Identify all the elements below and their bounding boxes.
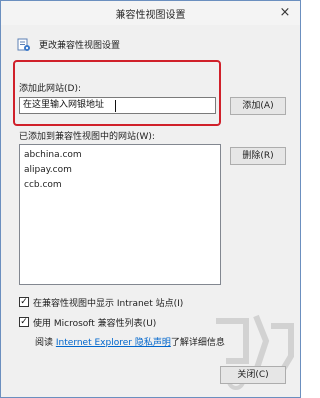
close-button[interactable]: 关闭(C) <box>220 366 286 384</box>
privacy-link[interactable]: Internet Explorer 隐私声明 <box>56 338 171 348</box>
remove-button[interactable]: 删除(R) <box>230 147 286 165</box>
site-list[interactable]: abchina.com alipay.com ccb.com <box>19 144 221 285</box>
text-caret <box>115 100 116 112</box>
settings-doc-icon <box>17 38 30 51</box>
window-title: 兼容性视图设置 <box>115 10 186 21</box>
site-list-item[interactable]: alipay.com <box>24 165 72 175</box>
title-bar: 兼容性视图设置 × <box>1 1 300 25</box>
site-list-label: 已添加到兼容性视图中的网站(W): <box>19 132 155 142</box>
add-site-label: 添加此网站(D): <box>19 84 81 94</box>
add-button[interactable]: 添加(A) <box>230 97 286 115</box>
privacy-line: 阅读 Internet Explorer 隐私声明了解详细信息 <box>35 335 225 348</box>
add-site-input-value: 在这里输入网银地址 <box>23 100 105 110</box>
add-site-input[interactable]: 在这里输入网银地址 <box>19 97 216 114</box>
ms-list-label: 使用 Microsoft 兼容性列表(U) <box>33 319 157 329</box>
compat-view-dialog: 兼容性视图设置 × 更改兼容性视图设置 添加此网站(D): 在这里输入网银地址 … <box>0 0 301 398</box>
site-list-item[interactable]: ccb.com <box>24 180 62 190</box>
site-list-item[interactable]: abchina.com <box>24 150 82 160</box>
close-icon[interactable]: × <box>274 4 296 22</box>
intranet-label: 在兼容性视图中显示 Intranet 站点(I) <box>33 299 184 309</box>
header-text: 更改兼容性视图设置 <box>39 41 121 51</box>
ms-list-checkbox[interactable]: ✓ <box>19 317 29 327</box>
intranet-checkbox[interactable]: ✓ <box>19 297 29 307</box>
read-prefix: 阅读 <box>35 338 54 348</box>
